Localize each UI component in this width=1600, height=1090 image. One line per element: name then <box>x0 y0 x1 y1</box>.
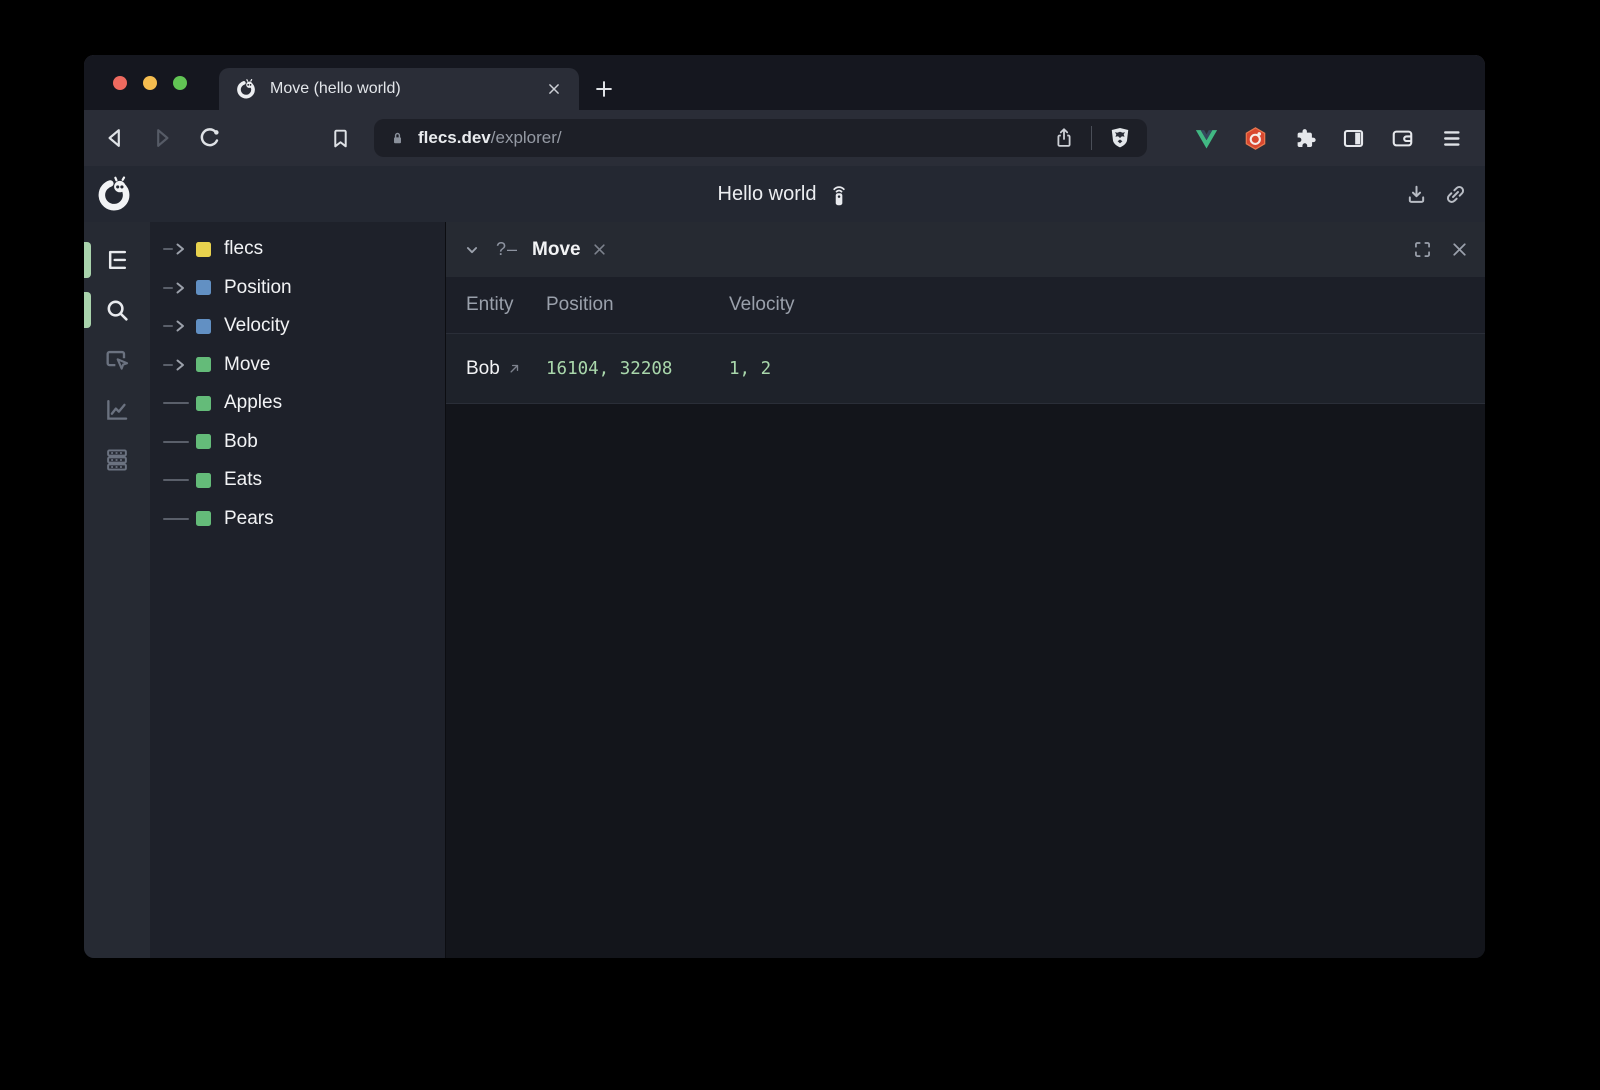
results-table-header: Entity Position Velocity <box>446 277 1485 334</box>
world-title-text: Hello world <box>718 183 817 206</box>
tree-item-label: flecs <box>224 238 263 260</box>
app-header: Hello world <box>84 166 1485 222</box>
tab-title: Move (hello world) <box>270 80 545 98</box>
chart-panel-icon[interactable] <box>99 393 135 427</box>
back-button[interactable] <box>98 121 132 155</box>
url-domain: flecs.dev <box>418 128 491 147</box>
tree-item-flecs[interactable]: flecs <box>150 230 445 269</box>
hexagon-extension-icon[interactable] <box>1242 125 1268 151</box>
entity-kind-square <box>196 280 211 295</box>
position-value: 16104, 32208 <box>546 359 729 379</box>
entity-kind-square <box>196 511 211 526</box>
close-window-button[interactable] <box>113 76 127 90</box>
share-icon[interactable] <box>1052 126 1076 150</box>
stats-panel-icon[interactable] <box>99 443 135 477</box>
column-header-velocity[interactable]: Velocity <box>729 294 1485 316</box>
traffic-lights <box>113 76 187 90</box>
collapse-chevron-down-icon[interactable] <box>461 239 483 261</box>
tree-item-eats[interactable]: Eats <box>150 461 445 500</box>
active-panel-indicator <box>84 292 91 328</box>
bookmark-icon[interactable] <box>323 121 357 155</box>
velocity-value: 1, 2 <box>729 359 1485 379</box>
column-header-entity[interactable]: Entity <box>446 294 546 316</box>
tree-item-bob[interactable]: Bob <box>150 423 445 462</box>
tree-item-pears[interactable]: Pears <box>150 500 445 539</box>
entity-kind-square <box>196 396 211 411</box>
new-tab-button[interactable] <box>587 72 621 106</box>
tree-item-label: Move <box>224 354 270 376</box>
expand-chevron-icon[interactable] <box>163 281 196 295</box>
tab-close-icon[interactable] <box>545 80 563 98</box>
fullscreen-icon[interactable] <box>1412 239 1433 260</box>
entity-tree-panel: flecs Position Velocity <box>150 222 445 958</box>
tree-item-apples[interactable]: Apples <box>150 384 445 423</box>
menu-hamburger-icon[interactable] <box>1438 125 1464 151</box>
tree-item-label: Velocity <box>224 315 289 337</box>
entity-kind-square <box>196 473 211 488</box>
flecs-favicon-icon <box>235 78 257 100</box>
entity-link-arrow-icon[interactable] <box>507 361 522 376</box>
content-area: flecs Position Velocity <box>84 222 1485 958</box>
tree-item-label: Pears <box>224 508 274 530</box>
entity-kind-square <box>196 319 211 334</box>
tree-connector-line <box>163 479 196 481</box>
navigation-bar: flecs.dev/explorer/ <box>84 110 1485 166</box>
tree-item-label: Bob <box>224 431 258 453</box>
url-text: flecs.dev/explorer/ <box>418 128 562 148</box>
remote-connection-icon <box>827 181 851 207</box>
tree-item-move[interactable]: Move <box>150 346 445 385</box>
entity-kind-square <box>196 434 211 449</box>
urlbar-divider <box>1091 126 1092 150</box>
tab-bar: Move (hello world) <box>84 55 1485 110</box>
tree-connector-line <box>163 518 196 520</box>
flecs-logo-icon[interactable] <box>95 175 133 213</box>
extensions-puzzle-icon[interactable] <box>1291 125 1317 151</box>
tree-connector-line <box>163 402 196 404</box>
download-icon[interactable] <box>1404 182 1429 207</box>
tree-item-label: Apples <box>224 392 282 414</box>
query-panel-header: ?– Move <box>446 222 1485 277</box>
extension-icons <box>1193 125 1464 151</box>
url-path: /explorer/ <box>491 128 562 147</box>
tree-connector-line <box>163 441 196 443</box>
reload-button[interactable] <box>192 121 226 155</box>
query-panel: ?– Move Entity P <box>445 222 1485 958</box>
query-title-close-icon[interactable] <box>590 240 609 259</box>
active-panel-indicator <box>84 242 91 278</box>
tree-item-position[interactable]: Position <box>150 269 445 308</box>
sidebar-toggle-icon[interactable] <box>1340 125 1366 151</box>
browser-window: Move (hello world) <box>84 55 1485 958</box>
browser-tab[interactable]: Move (hello world) <box>219 68 579 110</box>
tree-item-label: Position <box>224 277 292 299</box>
link-icon[interactable] <box>1443 182 1468 207</box>
query-panel-title: Move <box>532 239 581 261</box>
results-empty-area <box>446 404 1485 958</box>
panel-close-icon[interactable] <box>1449 239 1470 260</box>
column-header-position[interactable]: Position <box>546 294 729 316</box>
address-bar[interactable]: flecs.dev/explorer/ <box>374 119 1147 157</box>
tree-item-velocity[interactable]: Velocity <box>150 307 445 346</box>
expand-chevron-icon[interactable] <box>163 358 196 372</box>
tree-panel-icon[interactable] <box>99 243 135 277</box>
table-row[interactable]: Bob 16104, 32208 1, 2 <box>446 334 1485 404</box>
tree-item-label: Eats <box>224 469 262 491</box>
minimize-window-button[interactable] <box>143 76 157 90</box>
entity-kind-square <box>196 357 211 372</box>
forward-button[interactable] <box>145 121 179 155</box>
brave-shield-icon[interactable] <box>1107 125 1133 151</box>
entity-name[interactable]: Bob <box>466 358 500 380</box>
zoom-window-button[interactable] <box>173 76 187 90</box>
wallet-icon[interactable] <box>1389 125 1415 151</box>
vue-devtools-icon[interactable] <box>1193 125 1219 151</box>
panel-icon-strip <box>84 222 150 958</box>
expand-chevron-icon[interactable] <box>163 319 196 333</box>
query-kind-icon: ?– <box>496 239 518 260</box>
search-panel-icon[interactable] <box>99 293 135 327</box>
inspector-panel-icon[interactable] <box>99 343 135 377</box>
expand-chevron-icon[interactable] <box>163 242 196 256</box>
world-title: Hello world <box>718 166 852 222</box>
lock-icon <box>388 129 407 148</box>
entity-kind-square <box>196 242 211 257</box>
